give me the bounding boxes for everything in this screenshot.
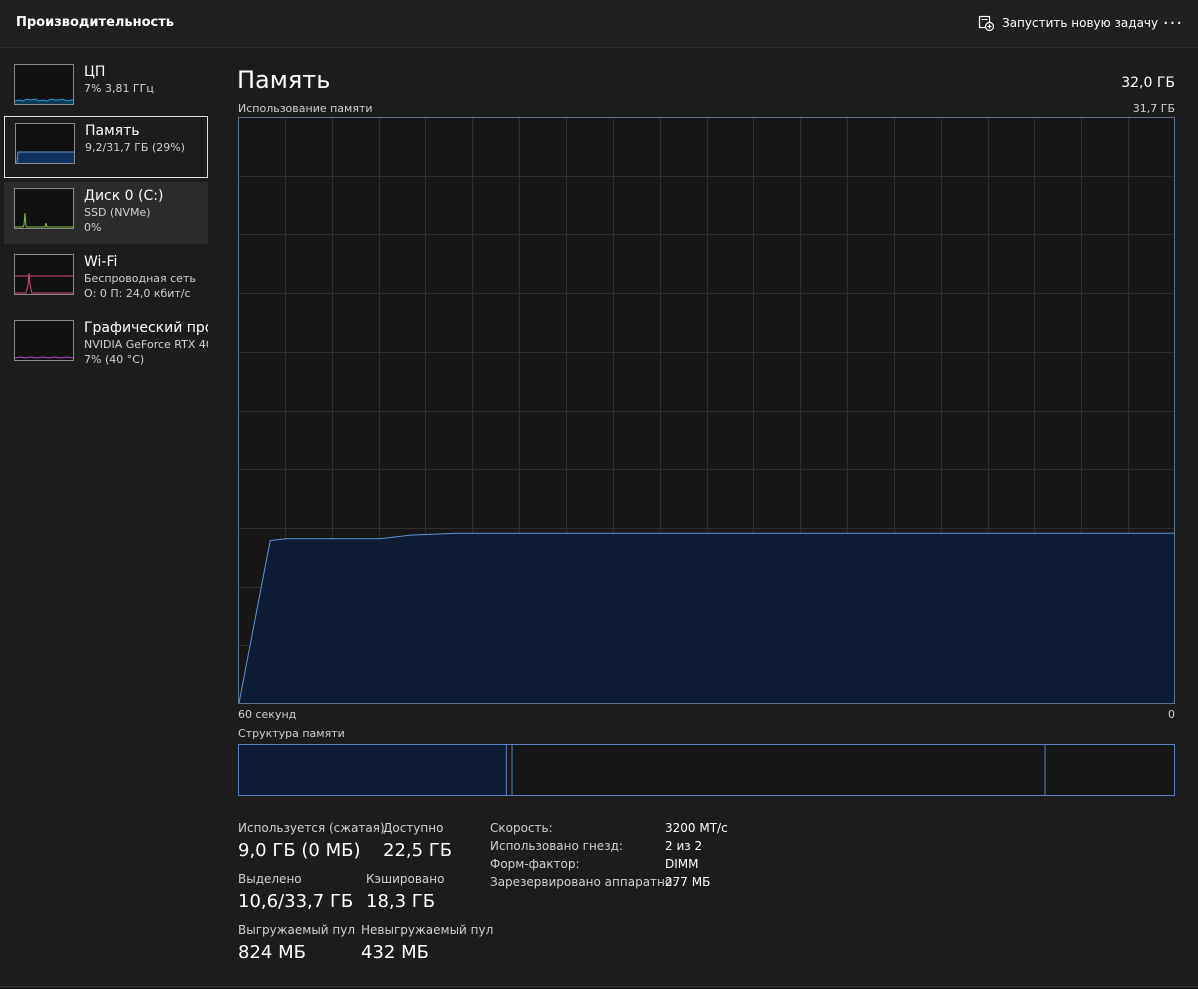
memory-structure-label: Структура памяти bbox=[238, 727, 345, 740]
memory-structure-bar bbox=[238, 744, 1175, 796]
sidebar-item-cpu[interactable]: ЦП 7% 3,81 ГГц bbox=[4, 58, 208, 120]
wifi-thumbnail-graph bbox=[14, 254, 74, 295]
memory-thumb-fill bbox=[16, 152, 74, 163]
structure-in-use-segment bbox=[239, 745, 507, 795]
sidebar-item-gpu[interactable]: Графический процессор 0 NVIDIA GeForce R… bbox=[4, 314, 208, 376]
speed-key: Скорость: bbox=[490, 821, 553, 835]
committed-label: Выделено bbox=[238, 872, 302, 886]
sidebar-item-label: ЦП bbox=[84, 64, 106, 80]
sidebar-item-detail: SSD (NVMe) bbox=[84, 206, 151, 219]
sidebar-item-label: Память bbox=[85, 123, 140, 139]
usage-graph-label: Использование памяти bbox=[238, 102, 373, 115]
cpu-thumbnail-graph bbox=[14, 64, 74, 105]
available-value: 22,5 ГБ bbox=[383, 840, 453, 861]
sidebar-item-wifi[interactable]: Wi-Fi Беспроводная сеть О: 0 П: 24,0 кби… bbox=[4, 248, 208, 310]
slots-value: 2 из 2 bbox=[665, 839, 703, 853]
bottom-divider bbox=[0, 986, 1198, 987]
memory-usage-area bbox=[239, 533, 1174, 703]
form-factor-value: DIMM bbox=[665, 857, 699, 871]
sidebar-item-label: Диск 0 (C:) bbox=[84, 188, 164, 204]
sidebar-item-detail-2: 7% (40 °C) bbox=[84, 353, 145, 366]
sidebar-item-memory[interactable]: Память 9,2/31,7 ГБ (29%) bbox=[4, 116, 208, 178]
more-icon: ··· bbox=[1162, 12, 1184, 34]
hardware-reserved-value: 277 МБ bbox=[665, 875, 711, 889]
available-label: Доступно bbox=[383, 821, 444, 835]
memory-thumbnail-graph bbox=[15, 123, 75, 164]
total-memory: 32,0 ГБ bbox=[1121, 75, 1175, 91]
memory-usage-graph bbox=[238, 117, 1175, 704]
x-axis-start-label: 60 секунд bbox=[238, 708, 297, 721]
sidebar-item-detail: 7% 3,81 ГГц bbox=[84, 82, 154, 95]
gpu-thumbnail-graph bbox=[14, 320, 74, 361]
memory-panel: Память 32,0 ГБ Использование памяти 31,7… bbox=[212, 48, 1198, 989]
run-new-task-label: Запустить новую задачу bbox=[1002, 16, 1159, 30]
cached-value: 18,3 ГБ bbox=[366, 891, 436, 912]
x-axis-end-label: 0 bbox=[1168, 708, 1175, 721]
page-title: Производительность bbox=[16, 15, 175, 30]
slots-key: Использовано гнезд: bbox=[490, 839, 623, 853]
in-use-label: Используется (сжатая) bbox=[238, 821, 385, 835]
sidebar-item-detail: Беспроводная сеть bbox=[84, 272, 196, 285]
paged-pool-label: Выгружаемый пул bbox=[238, 923, 356, 937]
gpu-thumb-line bbox=[15, 356, 73, 359]
nonpaged-pool-value: 432 МБ bbox=[361, 942, 429, 963]
sidebar-item-detail: 9,2/31,7 ГБ (29%) bbox=[85, 141, 185, 154]
cached-label: Кэшировано bbox=[366, 872, 445, 886]
section-title: Память bbox=[237, 66, 331, 94]
nonpaged-pool-label: Невыгружаемый пул bbox=[361, 923, 494, 937]
run-new-task-button[interactable]: Запустить новую задачу bbox=[968, 8, 1168, 38]
sidebar-item-label: Графический процессор 0 bbox=[84, 320, 208, 336]
sidebar-item-detail-2: 0% bbox=[84, 221, 102, 234]
committed-value: 10,6/33,7 ГБ bbox=[238, 891, 354, 912]
paged-pool-value: 824 МБ bbox=[238, 942, 306, 963]
hardware-reserved-key: Зарезервировано аппаратно: bbox=[490, 875, 677, 889]
speed-value: 3200 МТ/с bbox=[665, 821, 728, 835]
in-use-value: 9,0 ГБ (0 МБ) bbox=[238, 840, 361, 861]
sidebar: ЦП 7% 3,81 ГГц Память 9,2/31,7 ГБ (29%) … bbox=[0, 48, 212, 989]
usage-graph-max: 31,7 ГБ bbox=[1132, 102, 1175, 115]
disk-thumbnail-graph bbox=[14, 188, 74, 229]
sidebar-item-label: Wi-Fi bbox=[84, 254, 118, 270]
new-task-icon bbox=[978, 15, 994, 31]
form-factor-key: Форм-фактор: bbox=[490, 857, 580, 871]
title-bar: Производительность Запустить новую задач… bbox=[0, 0, 1198, 48]
sidebar-item-detail: NVIDIA GeForce RTX 4060 bbox=[84, 338, 208, 351]
more-options-button[interactable]: ··· bbox=[1158, 8, 1188, 38]
sidebar-item-disk[interactable]: Диск 0 (C:) SSD (NVMe) 0% bbox=[4, 182, 208, 244]
sidebar-item-detail-2: О: 0 П: 24,0 кбит/с bbox=[84, 287, 191, 300]
disk-thumb-line bbox=[15, 212, 73, 228]
